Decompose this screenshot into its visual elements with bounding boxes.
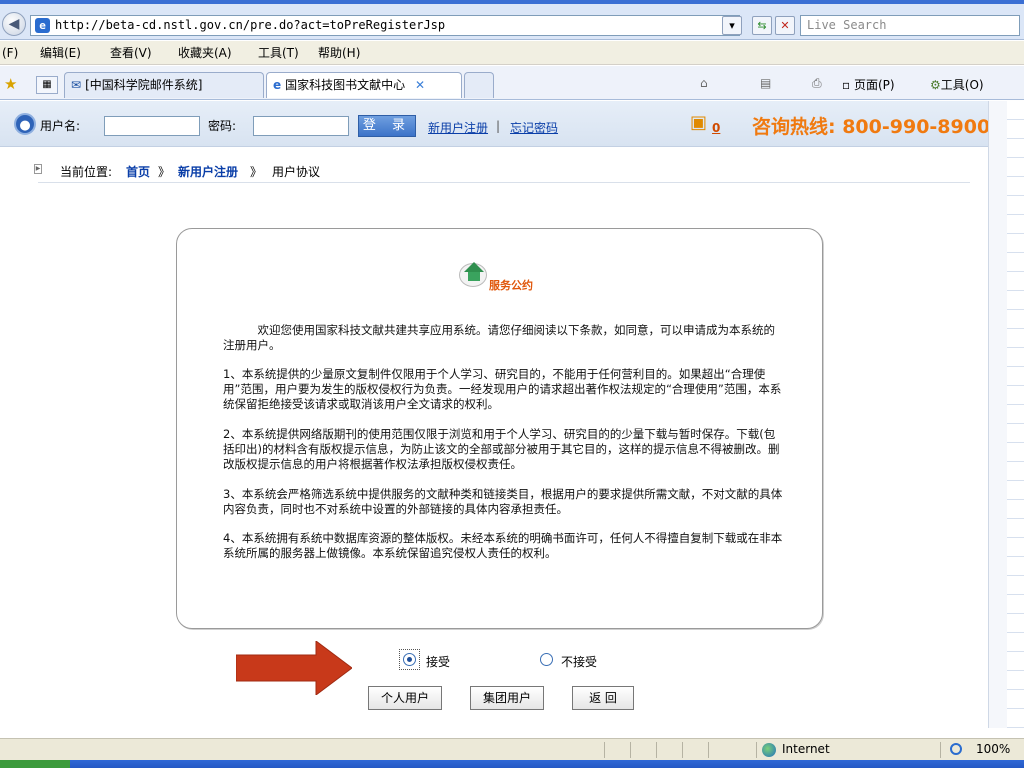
address-url: http://beta-cd.nstl.gov.cn/pre.do?act=to… <box>55 18 446 32</box>
address-bar-row: ◀ e http://beta-cd.nstl.gov.cn/pre.do?ac… <box>0 4 1024 40</box>
status-divider <box>756 742 757 758</box>
right-edge-grid <box>1007 101 1024 728</box>
menu-edit[interactable]: 编辑(E) <box>40 41 81 65</box>
agreement-title: 服务公约 <box>489 279 533 292</box>
agreement-clause-4: 4、本系统拥有系统中数据库资源的整体版权。未经本系统的明确书面许可，任何人不得擅… <box>223 531 783 560</box>
menu-tools[interactable]: 工具(T) <box>258 41 299 65</box>
tab-bar: ★ ▦ ✉ [中国科学院邮件系统] e 国家科技图书文献中心 ✕ ⌂ ▤ ⎙ ▫ 页… <box>0 66 1024 100</box>
status-divider <box>630 742 631 758</box>
tab-nstl[interactable]: e 国家科技图书文献中心 ✕ <box>266 72 462 98</box>
status-bar: Internet 100% <box>0 738 1024 760</box>
page-icon: ▫ <box>842 78 851 92</box>
username-label: 用户名: <box>40 119 81 133</box>
page-menu-label: 页面(P) <box>853 78 895 92</box>
back-button[interactable]: ◀ <box>2 12 26 36</box>
favorites-star-icon[interactable]: ★ <box>4 75 17 93</box>
refresh-icon[interactable]: ⇆ <box>752 16 772 35</box>
breadcrumb-register[interactable]: 新用户注册 <box>178 163 238 180</box>
zoom-level[interactable]: 100% <box>976 742 1010 756</box>
agreement-panel: 服务公约 欢迎您使用国家科技文献共建共享应用系统。请您仔细阅读以下条款，如同意，… <box>176 228 823 629</box>
agreement-clause-3: 3、本系统会严格筛选系统中提供服务的文献种类和链接类目，根据用户的要求提供所需文… <box>223 487 783 516</box>
password-label: 密码: <box>208 119 237 133</box>
breadcrumb-arrow-icon: ▶ <box>34 164 42 174</box>
agreement-clause-1: 1、本系统提供的少量原文复制件仅限用于个人学习、研究目的，不能用于任何营利目的。… <box>223 367 782 411</box>
breadcrumb-sep-2: 》 <box>250 165 263 179</box>
login-button[interactable]: 登 录 <box>358 115 416 137</box>
live-search-input[interactable]: Live Search <box>800 15 1020 36</box>
house-roof-shape <box>464 262 484 272</box>
agreement-clause-2: 2、本系统提供网络版期刊的使用范围仅限于浏览和用于个人学习、研究目的的少量下载与… <box>223 427 780 471</box>
tab-nstl-label: 国家科技图书文献中心 <box>285 78 406 92</box>
stop-icon[interactable]: ✕ <box>775 16 795 35</box>
agreement-intro: 欢迎您使用国家科技文献共建共享应用系统。请您仔细阅读以下条款，如同意，可以申请成… <box>223 323 775 352</box>
reject-label[interactable]: 不接受 <box>561 653 597 670</box>
back-button-page[interactable]: 返 回 <box>572 686 634 710</box>
house-body-shape <box>468 272 480 281</box>
reject-radio[interactable] <box>540 653 553 666</box>
hotline-text: 咨询热线: 800-990-8900 <box>752 116 991 138</box>
status-divider <box>604 742 605 758</box>
tab-mail[interactable]: ✉ [中国科学院邮件系统] <box>64 72 264 98</box>
user-icon: ● <box>14 113 36 135</box>
status-divider <box>682 742 683 758</box>
status-divider <box>708 742 709 758</box>
header-separator: | <box>496 119 501 133</box>
status-divider <box>656 742 657 758</box>
address-input[interactable]: e http://beta-cd.nstl.gov.cn/pre.do?act=… <box>30 15 740 36</box>
menu-file[interactable]: (F) <box>2 41 18 65</box>
home-icon[interactable]: ⌂ <box>700 76 708 90</box>
gear-icon: ⚙ <box>930 78 941 92</box>
forgot-password-link[interactable]: 忘记密码 <box>510 119 558 136</box>
breadcrumb-home[interactable]: 首页 <box>126 163 150 180</box>
page-menu[interactable]: ▫ 页面(P) <box>842 76 895 93</box>
print-icon[interactable]: ⎙ <box>812 76 822 91</box>
accept-label[interactable]: 接受 <box>426 653 450 670</box>
username-input[interactable] <box>104 116 200 136</box>
tools-menu-label: 工具(O) <box>940 78 984 92</box>
tools-menu[interactable]: ⚙工具(O) <box>930 76 984 93</box>
menu-favorites[interactable]: 收藏夹(A) <box>178 41 232 65</box>
menu-help[interactable]: 帮助(H) <box>318 41 360 65</box>
accept-radio[interactable] <box>403 653 416 666</box>
red-arrow-annotation <box>236 641 352 695</box>
zone-label: Internet <box>782 742 830 756</box>
feeds-icon[interactable]: ▤ <box>760 76 771 90</box>
tab-mail-label: [中国科学院邮件系统] <box>85 78 203 92</box>
address-dropdown-icon[interactable]: ▾ <box>722 16 742 35</box>
status-divider <box>940 742 941 758</box>
cart-icon[interactable]: ▣ <box>690 113 714 133</box>
group-user-button[interactable]: 集团用户 <box>470 686 544 710</box>
start-button[interactable] <box>0 760 70 768</box>
ie-tab-icon: e <box>273 78 282 92</box>
ie-page-icon: e <box>35 18 50 33</box>
taskbar <box>0 760 1024 768</box>
mail-icon: ✉ <box>71 78 82 92</box>
breadcrumb: ▶ 当前位置: 首页 》 新用户注册 》 用户协议 <box>34 163 970 183</box>
new-tab-button[interactable] <box>464 72 494 98</box>
tab-close-icon[interactable]: ✕ <box>415 78 425 92</box>
password-input[interactable] <box>253 116 349 136</box>
house-icon <box>459 262 487 287</box>
breadcrumb-current: 用户协议 <box>272 165 321 179</box>
site-header: ● 用户名: 密码: 登 录 新用户注册 | 忘记密码 ▣ 0 咨询热线: 80… <box>0 101 1007 147</box>
page-scrollbar[interactable] <box>988 101 1007 728</box>
breadcrumb-prefix: 当前位置: <box>60 165 113 179</box>
breadcrumb-sep-1: 》 <box>158 165 171 179</box>
zoom-icon[interactable] <box>950 743 962 755</box>
cart-count[interactable]: 0 <box>712 121 720 135</box>
personal-user-button[interactable]: 个人用户 <box>368 686 442 710</box>
menu-view[interactable]: 查看(V) <box>110 41 152 65</box>
register-link[interactable]: 新用户注册 <box>428 119 488 136</box>
menu-bar: (F) 编辑(E) 查看(V) 收藏夹(A) 工具(T) 帮助(H) <box>0 41 1024 65</box>
globe-icon <box>762 743 776 757</box>
quick-tabs-icon[interactable]: ▦ <box>36 76 58 94</box>
